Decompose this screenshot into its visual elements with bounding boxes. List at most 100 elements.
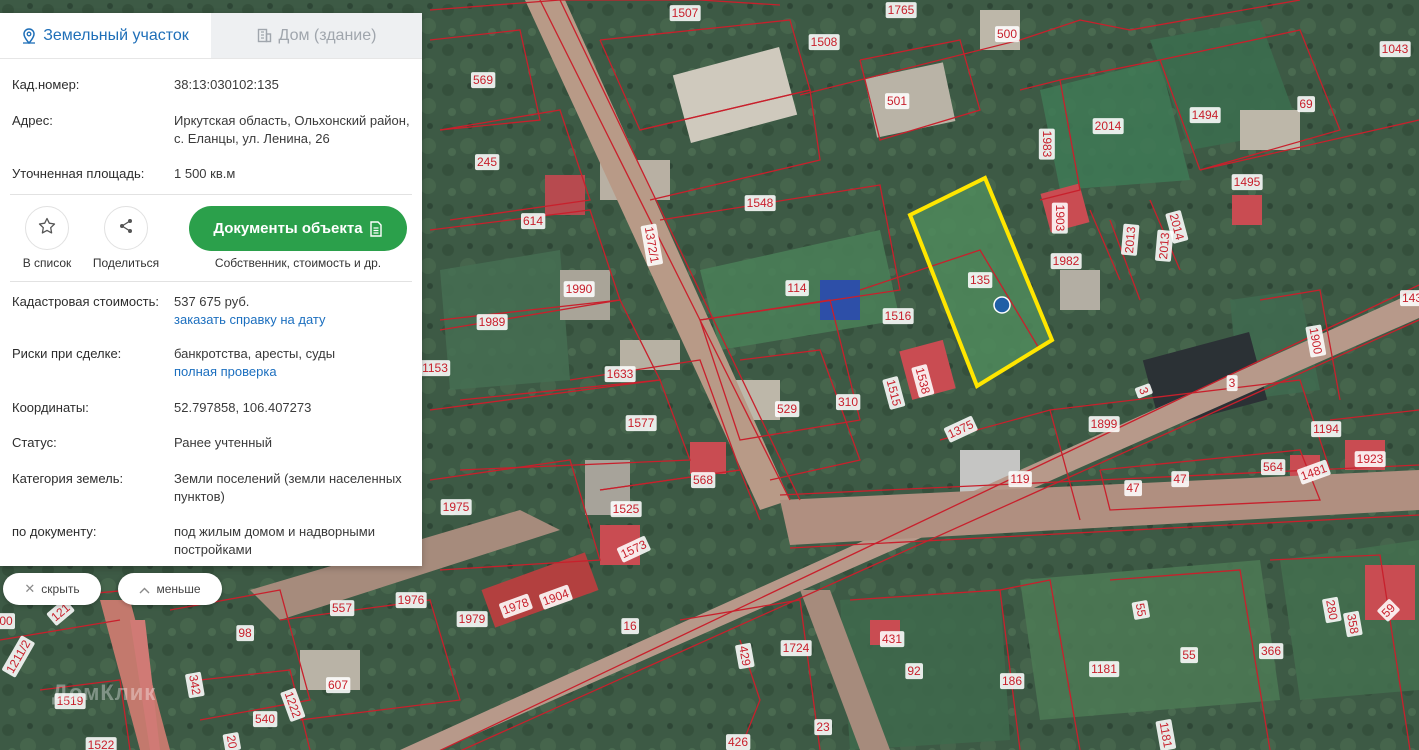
parcel-label[interactable]: 1724 (783, 641, 810, 655)
parcel-label[interactable]: 00 (0, 614, 13, 628)
parcel-label[interactable]: 55 (1133, 602, 1149, 618)
parcel-label[interactable]: 607 (328, 678, 348, 692)
parcel-label[interactable]: 540 (255, 712, 275, 726)
parcel-label[interactable]: 1990 (566, 282, 593, 296)
add-to-list-button[interactable] (25, 206, 69, 250)
add-to-list-label: В список (22, 256, 72, 270)
cost-label: Кадастровая стоимость: (12, 294, 159, 309)
parcel-label[interactable]: 92 (907, 664, 921, 678)
parcel-label[interactable]: 47 (1126, 481, 1140, 495)
parcel-label[interactable]: 529 (777, 402, 797, 416)
cost-row: Кадастровая стоимость: 537 675 руб. зака… (12, 293, 410, 329)
cad-number-label: Кад.номер: (12, 77, 80, 92)
parcel-label[interactable]: 557 (332, 601, 352, 615)
parcel-label[interactable]: 501 (887, 94, 907, 108)
documents-button[interactable]: Документы объекта (189, 206, 407, 251)
area-value: 1 500 кв.м (174, 166, 236, 181)
parcel-label[interactable]: 1181 (1091, 662, 1117, 676)
parcel-label[interactable]: 1982 (1053, 254, 1080, 268)
parcel-label[interactable]: 16 (623, 619, 637, 633)
parcel-label[interactable]: 2013 (1122, 226, 1138, 254)
hide-panel-button[interactable]: ✕ скрыть (3, 573, 101, 605)
parcel-label[interactable]: 1522 (88, 738, 115, 750)
parcel-label[interactable]: 69 (1299, 97, 1313, 111)
parcel-label[interactable]: 431 (882, 632, 902, 646)
category-row: Категория земель: Земли поселений (земли… (12, 470, 410, 506)
parcel-label[interactable]: 135 (970, 273, 990, 287)
parcel-label[interactable]: 55 (1182, 648, 1196, 662)
parcel-label[interactable]: 2013 (1156, 232, 1172, 260)
parcel-label[interactable]: 1976 (398, 593, 425, 607)
parcel-label[interactable]: 1153 (422, 361, 448, 375)
address-label: Адрес: (12, 113, 53, 128)
cad-number-row: Кад.номер: 38:13:030102:135 (12, 76, 410, 94)
parcel-label[interactable]: 564 (1263, 460, 1283, 474)
parcel-label[interactable]: 119 (1010, 472, 1029, 486)
map-pin-icon (22, 27, 36, 44)
parcel-label[interactable]: 366 (1261, 644, 1281, 658)
parcel-label[interactable]: 614 (523, 214, 543, 228)
parcel-label[interactable]: 1903 (1053, 205, 1067, 232)
order-certificate-link[interactable]: заказать справку на дату (174, 311, 410, 329)
parcel-label[interactable]: 20 (224, 734, 240, 750)
full-check-link[interactable]: полная проверка (174, 363, 410, 381)
parcel-label[interactable]: 500 (997, 27, 1017, 41)
parcel-label[interactable]: 245 (477, 155, 497, 169)
parcel-label[interactable]: 3 (1229, 376, 1236, 390)
collapse-panel-button[interactable]: меньше (118, 573, 222, 605)
parcel-label[interactable]: 1899 (1091, 417, 1118, 431)
hide-panel-label: скрыть (41, 582, 80, 596)
parcel-label[interactable]: 426 (728, 735, 748, 749)
divider (10, 281, 412, 282)
collapse-panel-label: меньше (156, 582, 201, 596)
tab-bar: Земельный участок Дом (здание) (0, 13, 422, 59)
parcel-label[interactable]: 1495 (1234, 175, 1261, 189)
parcel-label[interactable]: 114 (787, 281, 806, 295)
location-marker-icon[interactable] (993, 296, 1011, 314)
risks-row: Риски при сделке: банкротства, аресты, с… (12, 345, 410, 381)
documents-caption: Собственник, стоимость и др. (214, 256, 382, 270)
parcel-label[interactable]: 569 (473, 73, 493, 87)
share-button[interactable] (104, 206, 148, 250)
by-document-row: по документу: под жилым домом и надворны… (12, 523, 410, 559)
by-document-value: под жилым домом и надворными постройками (174, 524, 375, 557)
area-row: Уточненная площадь: 1 500 кв.м (12, 165, 410, 183)
parcel-label[interactable]: 1975 (443, 500, 470, 514)
parcel-label[interactable]: 1494 (1192, 108, 1219, 122)
parcel-label[interactable]: 1548 (747, 196, 774, 210)
chevron-up-icon (139, 582, 150, 597)
parcel-label[interactable]: 1983 (1040, 131, 1054, 158)
coords-label: Координаты: (12, 400, 89, 415)
tab-building[interactable]: Дом (здание) (211, 13, 422, 58)
parcel-label[interactable]: 1577 (628, 416, 655, 430)
risks-value: банкротства, аресты, суды (174, 346, 336, 361)
category-value: Земли поселений (земли населенных пункто… (174, 471, 402, 504)
parcel-label[interactable]: 23 (816, 720, 830, 734)
parcel-label[interactable]: 310 (838, 395, 858, 409)
cad-number-link[interactable]: 38:13:030102:135 (174, 76, 410, 94)
parcel-label[interactable]: 47 (1173, 472, 1187, 486)
parcel-label[interactable]: 1633 (607, 367, 634, 381)
parcel-label[interactable]: 1507 (672, 6, 699, 20)
tab-land-plot[interactable]: Земельный участок (0, 13, 211, 58)
category-label: Категория земель: (12, 471, 124, 486)
parcel-label[interactable]: 1923 (1357, 452, 1384, 466)
parcel-label[interactable]: 568 (693, 473, 713, 487)
parcel-label[interactable]: 1979 (459, 612, 486, 626)
actions-bar: В список Поделиться Документы объекта Со… (0, 195, 422, 281)
parcel-label[interactable]: 186 (1002, 674, 1022, 688)
status-row: Статус: Ранее учтенный (12, 434, 410, 452)
share-label: Поделиться (92, 256, 160, 270)
parcel-label[interactable]: 1516 (885, 309, 912, 323)
parcel-label[interactable]: 1194 (1313, 422, 1339, 436)
parcel-label[interactable]: 143 (1402, 291, 1419, 305)
parcel-label[interactable]: 1765 (888, 3, 915, 17)
parcel-label[interactable]: 1525 (613, 502, 640, 516)
parcel-label[interactable]: 1989 (479, 315, 506, 329)
parcel-label[interactable]: 98 (238, 626, 252, 640)
share-icon (118, 218, 134, 239)
parcel-label[interactable]: 1043 (1382, 42, 1409, 56)
parcel-label[interactable]: 1508 (811, 35, 838, 49)
parcel-label[interactable]: 2014 (1095, 119, 1122, 133)
area-label: Уточненная площадь: (12, 166, 145, 181)
